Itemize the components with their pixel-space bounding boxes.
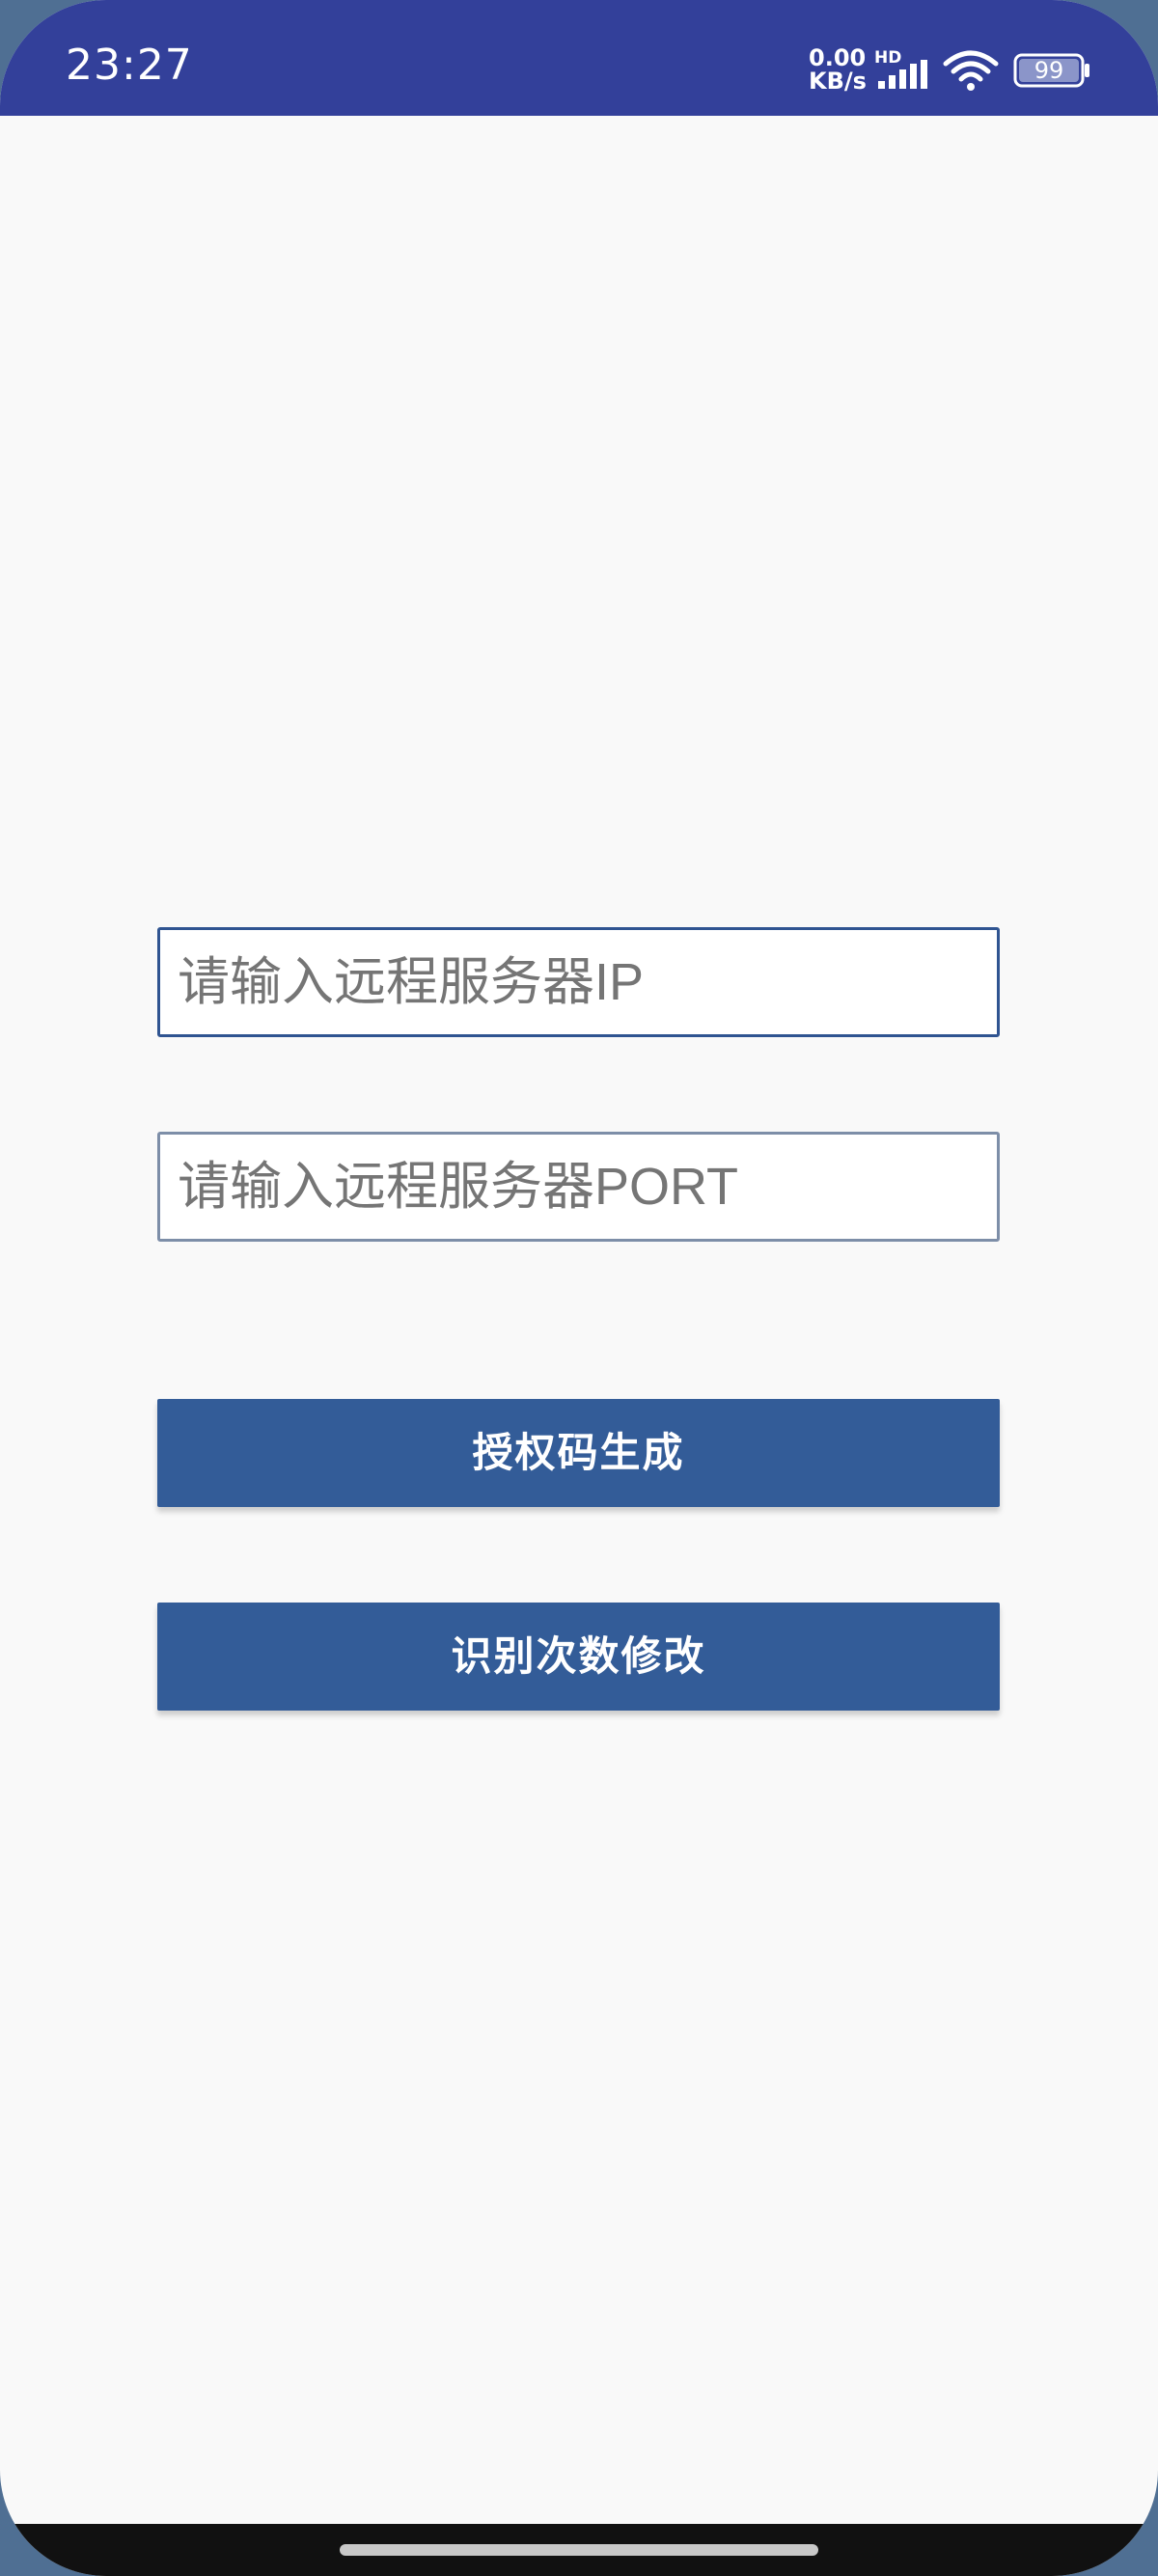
network-speed-unit: KB/s	[809, 68, 867, 95]
ip-input[interactable]	[157, 927, 1000, 1037]
home-indicator[interactable]	[340, 2544, 818, 2556]
status-bar: 23:27 0.00 KB/s HD 99	[0, 0, 1158, 116]
wifi-icon	[943, 50, 999, 91]
generate-auth-code-button[interactable]: 授权码生成	[157, 1399, 1000, 1507]
status-time: 23:27	[66, 41, 193, 90]
modify-recognition-count-button[interactable]: 识别次数修改	[157, 1603, 1000, 1711]
network-speed: 0.00 KB/s	[809, 46, 868, 93]
signal-icon	[878, 60, 927, 89]
app-screen: 23:27 0.00 KB/s HD 99 授权码生成 识别次数修改	[0, 0, 1158, 2576]
network-speed-value: 0.00	[809, 44, 867, 71]
port-input[interactable]	[157, 1132, 1000, 1242]
battery-level: 99	[1034, 57, 1064, 84]
